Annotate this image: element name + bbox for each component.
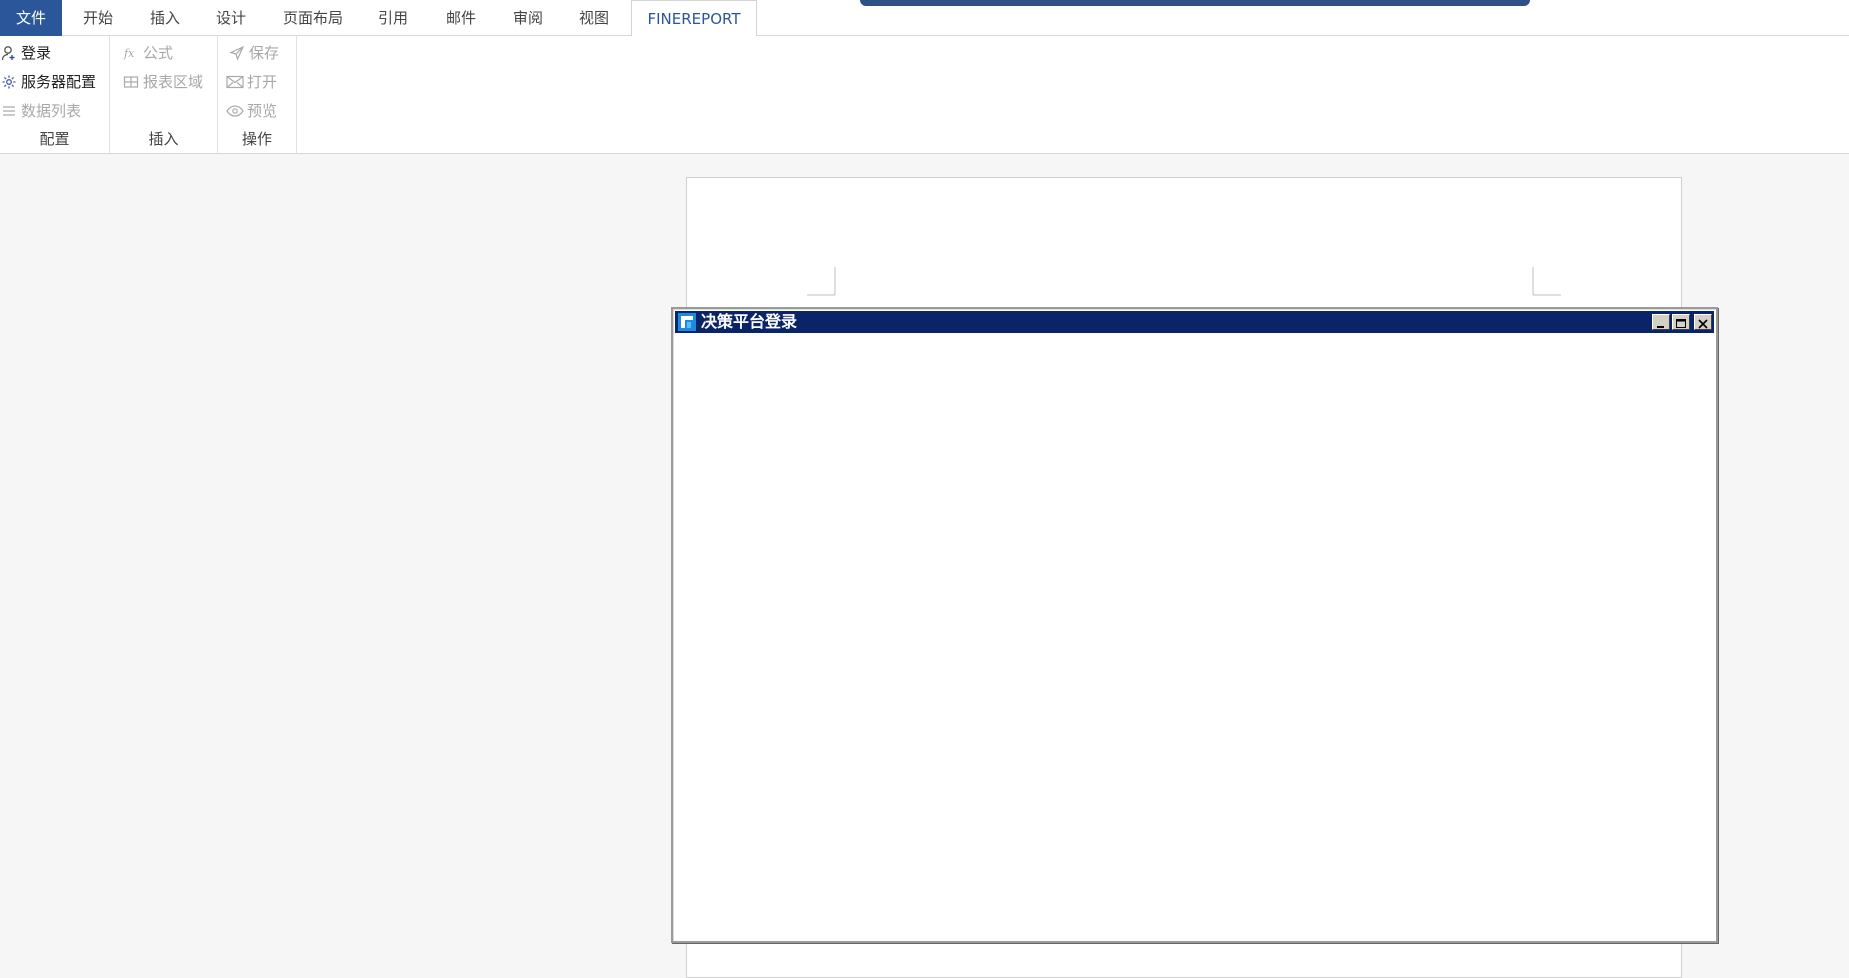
server-gear-icon (0, 73, 18, 91)
user-login-icon (0, 44, 18, 62)
tab-references[interactable]: 引用 (367, 0, 419, 36)
eye-icon (226, 102, 244, 120)
login-button[interactable]: 登录 (0, 40, 51, 66)
maximize-button[interactable] (1672, 314, 1690, 330)
login-label: 登录 (21, 44, 52, 62)
save-label: 保存 (249, 44, 280, 62)
group-label-actions: 操作 (241, 130, 272, 148)
save-button[interactable]: 保存 (228, 40, 279, 66)
table-icon (122, 73, 140, 91)
report-area-button[interactable]: 报表区域 (122, 69, 203, 95)
list-icon (0, 102, 18, 120)
data-list-label: 数据列表 (21, 102, 82, 120)
tab-design[interactable]: 设计 (205, 0, 257, 36)
group-label-config: 配置 (39, 130, 70, 148)
ribbon-body: 登录 服务器配置 数据列表 配置 fx 公式 报表区域 插入 保存 打开 预览 … (0, 36, 1849, 154)
preview-label: 预览 (247, 102, 278, 120)
envelope-icon (226, 73, 244, 91)
formula-button[interactable]: fx 公式 (122, 40, 173, 66)
dialog-title: 决策平台登录 (701, 312, 798, 331)
open-button[interactable]: 打开 (226, 69, 277, 95)
tab-finereport[interactable]: FINEREPORT (631, 0, 757, 37)
close-icon (1698, 319, 1708, 329)
minimize-button[interactable] (1652, 314, 1670, 330)
tab-view[interactable]: 视图 (568, 0, 620, 36)
fx-icon: fx (122, 44, 140, 62)
crop-mark-top-left (807, 267, 836, 296)
data-list-button[interactable]: 数据列表 (0, 98, 81, 124)
maximize-icon (1676, 319, 1686, 328)
tab-review[interactable]: 审阅 (502, 0, 554, 36)
crop-mark-top-right (1532, 267, 1561, 296)
group-insert: fx 公式 报表区域 插入 (110, 36, 218, 153)
group-label-insert: 插入 (148, 130, 179, 148)
group-config: 登录 服务器配置 数据列表 配置 (0, 36, 110, 153)
close-button[interactable] (1694, 314, 1712, 330)
login-dialog[interactable]: 决策平台登录 (671, 307, 1718, 943)
report-area-label: 报表区域 (143, 73, 204, 91)
tab-home[interactable]: 开始 (72, 0, 124, 36)
finereport-app-icon (678, 313, 696, 331)
server-config-label: 服务器配置 (21, 73, 97, 91)
preview-button[interactable]: 预览 (226, 98, 277, 124)
svg-text:fx: fx (123, 47, 135, 60)
server-config-button[interactable]: 服务器配置 (0, 69, 96, 95)
tab-insert[interactable]: 插入 (139, 0, 191, 36)
group-actions: 保存 打开 预览 操作 (218, 36, 297, 153)
tab-page-layout[interactable]: 页面布局 (276, 0, 350, 36)
tab-mailings[interactable]: 邮件 (435, 0, 487, 36)
minimize-icon (1657, 326, 1664, 328)
tab-file[interactable]: 文件 (0, 0, 62, 36)
dialog-title-bar[interactable]: 决策平台登录 (675, 311, 1714, 333)
window-title-strip (860, 0, 1530, 6)
send-icon (228, 44, 246, 62)
open-label: 打开 (247, 73, 278, 91)
formula-label: 公式 (143, 44, 174, 62)
